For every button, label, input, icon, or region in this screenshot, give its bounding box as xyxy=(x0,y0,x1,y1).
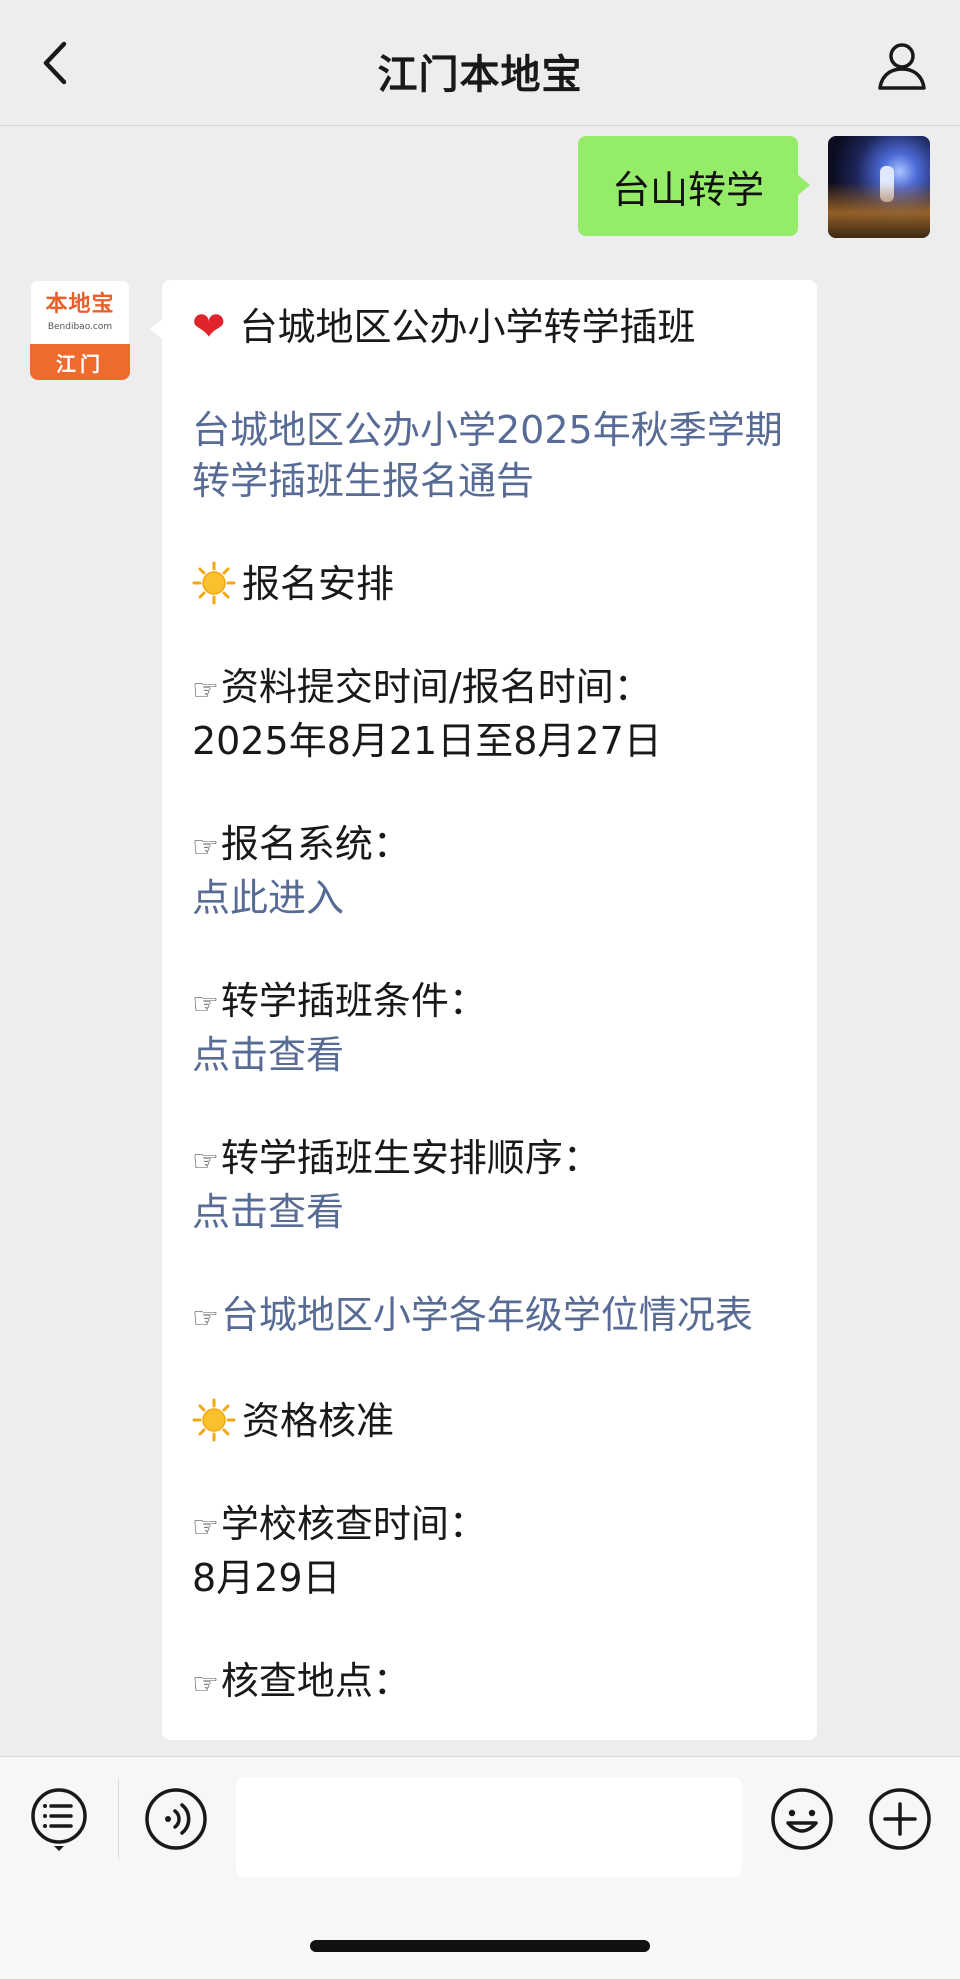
home-indicator[interactable] xyxy=(310,1940,650,1952)
section-header-2: 资格核准 xyxy=(192,1396,787,1447)
heading-text: 台城地区公办小学转学插班 xyxy=(239,305,696,349)
section-title-2: 资格核准 xyxy=(242,1399,395,1443)
sun-icon xyxy=(192,1398,236,1442)
user-profile-icon[interactable] xyxy=(874,38,930,94)
message-heading: ❤ 台城地区公办小学转学插班 xyxy=(192,302,787,353)
item-order: ☞转学插班生安排顺序： 点击查看 xyxy=(192,1133,787,1238)
heart-icon: ❤ xyxy=(192,304,226,350)
item6-value: 8月29日 xyxy=(192,1556,341,1600)
logo-sub-text: Bendibao.com xyxy=(47,321,113,332)
chat-title: 江门本地宝 xyxy=(377,52,583,98)
pointing-hand-icon: ☞ xyxy=(192,1144,219,1179)
view-order-link[interactable]: 点击查看 xyxy=(192,1187,787,1238)
pointing-hand-icon: ☞ xyxy=(192,1510,219,1545)
received-message-bubble: ❤ 台城地区公办小学转学插班 台城地区公办小学2025年秋季学期转学插班生报名通告… xyxy=(150,280,817,1740)
enter-system-link[interactable]: 点此进入 xyxy=(192,873,787,924)
plus-icon[interactable] xyxy=(868,1787,932,1851)
item-system: ☞报名系统： 点此进入 xyxy=(192,819,787,924)
item2-label: 报名系统： xyxy=(220,822,411,866)
pointing-hand-icon: ☞ xyxy=(192,987,219,1022)
emoji-icon[interactable] xyxy=(770,1787,834,1851)
sent-message-bubble[interactable]: 台山转学 xyxy=(577,136,811,236)
item-submit-time: ☞资料提交时间/报名时间： 2025年8月21日至8月27日 xyxy=(192,662,787,767)
section-title-1: 报名安排 xyxy=(242,562,395,606)
item1-value: 2025年8月21日至8月27日 xyxy=(192,719,662,763)
section-header-1: 报名安排 xyxy=(192,559,787,610)
item7-label: 核查地点： xyxy=(220,1659,411,1703)
pointing-hand-icon: ☞ xyxy=(192,673,219,708)
pointing-hand-icon: ☞ xyxy=(192,830,219,865)
avatar-crowd xyxy=(828,181,930,238)
item6-label: 学校核查时间： xyxy=(220,1502,487,1546)
item-check-place: ☞核查地点： xyxy=(192,1656,787,1710)
item-seat-table: ☞台城地区小学各年级学位情况表 xyxy=(192,1290,787,1344)
sun-icon xyxy=(192,561,236,605)
logo-main-text: 本地宝 xyxy=(45,291,115,317)
my-avatar[interactable] xyxy=(828,136,930,238)
input-bar-divider xyxy=(118,1779,119,1859)
chat-screen: 江门本地宝 台山转学 本地宝 Bendibao.com 江门 ❤ 台城地区公办小学… xyxy=(0,0,960,1979)
account-avatar[interactable]: 本地宝 Bendibao.com 江门 xyxy=(30,280,130,380)
seat-table-link[interactable]: 台城地区小学各年级学位情况表 xyxy=(221,1293,753,1337)
message-input[interactable] xyxy=(236,1777,742,1877)
sent-message-row: 台山转学 xyxy=(577,136,930,238)
item4-label: 转学插班生安排顺序： xyxy=(220,1136,601,1180)
pointing-hand-icon: ☞ xyxy=(192,1667,219,1702)
nav-bar: 江门本地宝 xyxy=(0,0,960,126)
account-logo: 本地宝 Bendibao.com xyxy=(30,280,130,344)
pointing-hand-icon: ☞ xyxy=(192,1301,219,1336)
sent-message-text: 台山转学 xyxy=(611,167,764,212)
logo-city-text: 江门 xyxy=(30,344,130,380)
item3-label: 转学插班条件： xyxy=(220,979,487,1023)
menu-list-icon[interactable] xyxy=(28,1787,92,1851)
notice-link[interactable]: 台城地区公办小学2025年秋季学期转学插班生报名通告 xyxy=(192,405,787,507)
item-check-time: ☞学校核查时间： 8月29日 xyxy=(192,1499,787,1604)
item1-label: 资料提交时间/报名时间： xyxy=(220,665,652,709)
view-conditions-link[interactable]: 点击查看 xyxy=(192,1030,787,1081)
item-conditions: ☞转学插班条件： 点击查看 xyxy=(192,976,787,1081)
voice-icon[interactable] xyxy=(144,1787,208,1851)
